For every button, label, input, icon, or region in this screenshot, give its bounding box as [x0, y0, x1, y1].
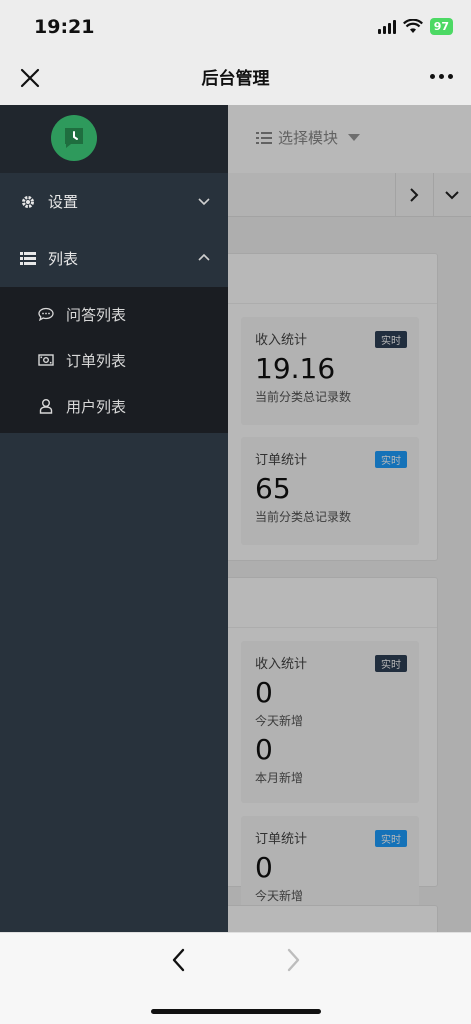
- status-time: 19:21: [34, 16, 95, 38]
- gear-icon: [20, 194, 36, 210]
- wifi-icon: [402, 19, 423, 33]
- avatar[interactable]: [51, 115, 97, 161]
- money-icon: [38, 352, 54, 368]
- sidebar-submenu: 问答列表 订单列表 用户列表: [0, 287, 228, 433]
- sidebar-item-list[interactable]: 列表: [0, 230, 228, 287]
- sidebar-item-label: 列表: [48, 250, 79, 268]
- chevron-down-icon: [198, 198, 210, 206]
- sidebar-item-label: 设置: [48, 193, 79, 211]
- user-icon: [38, 398, 54, 414]
- status-bar: 19:21 97: [0, 0, 471, 52]
- sidebar-logo-area: [0, 105, 228, 173]
- back-arrow-icon[interactable]: [168, 947, 190, 973]
- signal-icon: [377, 19, 396, 34]
- more-icon[interactable]: [430, 74, 453, 79]
- browser-toolbar: [0, 932, 471, 1024]
- sidebar-item-order-list[interactable]: 订单列表: [0, 337, 228, 383]
- nav-bar: 后台管理: [0, 52, 471, 105]
- sidebar-item-label: 订单列表: [66, 351, 127, 370]
- forward-arrow-icon[interactable]: [282, 947, 304, 973]
- clock-chat-icon: [65, 128, 83, 148]
- battery-indicator: 97: [429, 18, 453, 35]
- sidebar-item-qa-list[interactable]: 问答列表: [0, 291, 228, 337]
- sidebar-item-label: 问答列表: [66, 305, 127, 324]
- status-icons: 97: [377, 18, 453, 35]
- sidebar-item-user-list[interactable]: 用户列表: [0, 383, 228, 429]
- sidebar-item-settings[interactable]: 设置: [0, 173, 228, 230]
- home-indicator: [151, 1009, 321, 1014]
- sidebar-item-label: 用户列表: [66, 397, 127, 416]
- page-title: 后台管理: [201, 69, 270, 89]
- chat-icon: [38, 306, 54, 322]
- sidebar-drawer: 设置 列表 问答列表 订单列表 用户列表: [0, 105, 228, 932]
- list-icon: [20, 251, 36, 267]
- chevron-up-icon: [198, 253, 210, 261]
